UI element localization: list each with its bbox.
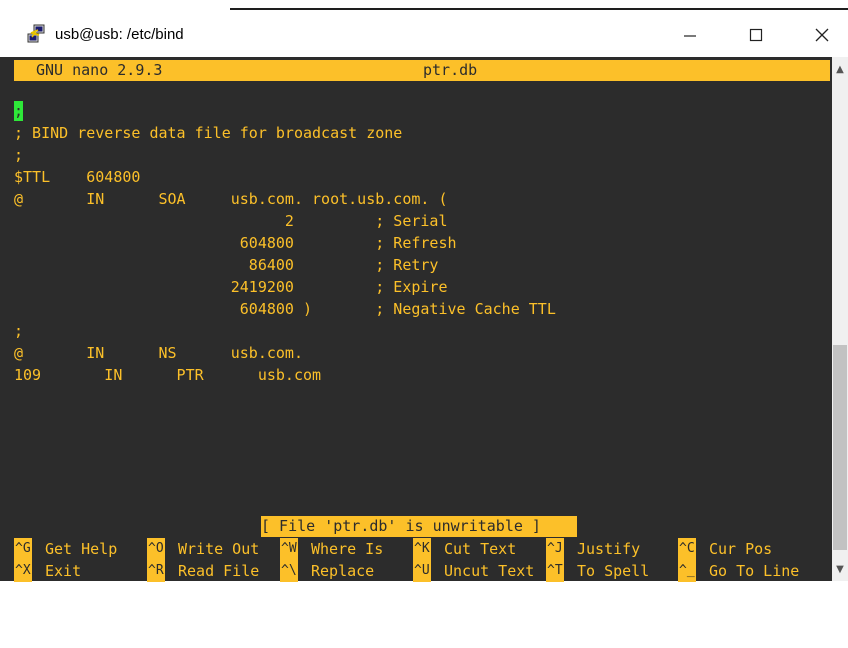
editor-line[interactable]: 86400 ; Retry	[14, 255, 439, 276]
close-button[interactable]	[798, 18, 846, 52]
shortcut-label: Write Out	[178, 540, 260, 558]
window-titlebar: usb@usb: /etc/bind	[0, 0, 848, 56]
shortcut-key: ^_	[678, 560, 696, 582]
editor-line[interactable]: $TTL 604800	[14, 167, 140, 188]
shortcut-label: Go To Line	[709, 562, 800, 580]
shortcut-label: Where Is	[311, 540, 384, 558]
shortcut-where-is[interactable]: ^W Where Is	[280, 538, 383, 560]
editor-line[interactable]: ; BIND reverse data file for broadcast z…	[14, 123, 402, 144]
editor-line[interactable]: 2419200 ; Expire	[14, 277, 448, 298]
shortcut-label: Read File	[178, 562, 260, 580]
shortcut-cut-text[interactable]: ^K Cut Text	[413, 538, 516, 560]
shortcut-label: Exit	[45, 562, 82, 580]
shortcut-replace[interactable]: ^\ Replace	[280, 560, 374, 582]
window-title: usb@usb: /etc/bind	[55, 26, 184, 43]
shortcut-key: ^X	[14, 560, 32, 582]
shortcut-key: ^O	[147, 538, 165, 560]
editor-line[interactable]: 604800 ; Refresh	[14, 233, 457, 254]
shortcut-go-to-line[interactable]: ^_ Go To Line	[678, 560, 799, 582]
maximize-icon	[749, 28, 763, 42]
editor-line[interactable]: 2 ; Serial	[14, 211, 448, 232]
taskbar-edge	[0, 0, 848, 10]
shortcut-key: ^J	[546, 538, 564, 560]
shortcut-label: To Spell	[577, 562, 650, 580]
shortcut-key: ^T	[546, 560, 564, 582]
nano-filename: ptr.db	[423, 61, 478, 79]
shortcut-key: ^U	[413, 560, 431, 582]
scrollbar-thumb[interactable]	[833, 345, 847, 550]
editor-line[interactable]: ;	[14, 321, 23, 342]
text-cursor: ;	[14, 101, 24, 121]
editor-line[interactable]: @ IN SOA usb.com. root.usb.com. (	[14, 189, 447, 210]
shortcut-label: Uncut Text	[444, 562, 535, 580]
shortcut-key: ^R	[147, 560, 165, 582]
shortcut-cur-pos[interactable]: ^C Cur Pos	[678, 538, 772, 560]
status-message: [ File 'ptr.db' is unwritable ]	[261, 516, 577, 537]
shortcut-key: ^K	[413, 538, 431, 560]
shortcut-key: ^C	[678, 538, 696, 560]
scroll-down-icon[interactable]: ▼	[832, 561, 848, 577]
shortcut-label: Justify	[577, 540, 641, 558]
editor-line[interactable]: 109 IN PTR usb.com	[14, 365, 321, 386]
shortcut-read-file[interactable]: ^R Read File	[147, 560, 259, 582]
close-icon	[815, 28, 829, 42]
shortcut-key: ^G	[14, 538, 32, 560]
shortcut-label: Replace	[311, 562, 375, 580]
shortcut-key: ^W	[280, 538, 298, 560]
maximize-button[interactable]	[732, 18, 780, 52]
editor-line[interactable]: ;	[14, 145, 23, 166]
minimize-button[interactable]	[666, 18, 714, 52]
putty-icon	[27, 24, 45, 43]
shortcut-to-spell[interactable]: ^T To Spell	[546, 560, 649, 582]
shortcut-get-help[interactable]: ^G Get Help	[14, 538, 117, 560]
shortcut-exit[interactable]: ^X Exit	[14, 560, 81, 582]
nano-header: GNU nano 2.9.3 ptr.db	[14, 60, 830, 81]
scroll-up-icon[interactable]: ▲	[832, 61, 848, 77]
shortcut-label: Cut Text	[444, 540, 517, 558]
shortcut-key: ^\	[280, 560, 298, 582]
nano-version: GNU nano 2.9.3	[36, 61, 163, 79]
minimize-icon	[684, 35, 696, 37]
editor-line[interactable]: 604800 ) ; Negative Cache TTL	[14, 299, 556, 320]
shortcut-write-out[interactable]: ^O Write Out	[147, 538, 259, 560]
shortcut-label: Get Help	[45, 540, 118, 558]
editor-line[interactable]: @ IN NS usb.com.	[14, 343, 303, 364]
terminal-area[interactable]: GNU nano 2.9.3 ptr.db ; ; BIND reverse d…	[0, 57, 832, 582]
shortcut-justify[interactable]: ^J Justify	[546, 538, 640, 560]
vertical-scrollbar[interactable]: ▲ ▼	[832, 57, 848, 581]
shortcut-label: Cur Pos	[709, 540, 773, 558]
shortcut-uncut-text[interactable]: ^U Uncut Text	[413, 560, 534, 582]
